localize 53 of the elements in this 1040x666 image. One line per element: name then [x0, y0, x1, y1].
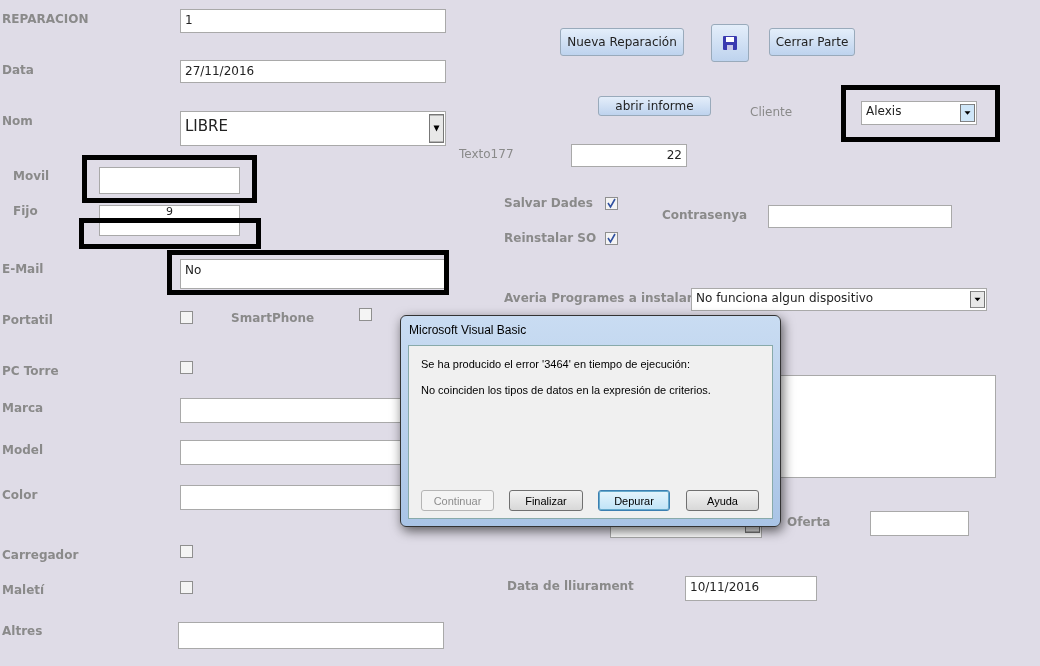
field-label: REPARACION: [2, 12, 89, 26]
dialog-title: Microsoft Visual Basic: [408, 322, 528, 338]
field-label: Data de lliurament: [507, 579, 634, 593]
field-label: Altres: [2, 624, 43, 638]
error-message: No coinciden los tipos de datos en la expresión de criterios.: [421, 384, 712, 396]
field-label: Cliente: [750, 105, 793, 119]
text-field[interactable]: 27/11/2016: [180, 60, 446, 83]
field-label: Reinstalar SO: [504, 231, 597, 245]
dialog-button[interactable]: Ayuda: [686, 490, 759, 511]
field-label: Fijo: [13, 204, 38, 218]
checkbox[interactable]: [359, 308, 372, 321]
field-label: Averia Programes a instalar: [504, 291, 693, 305]
text-field[interactable]: 22: [571, 144, 687, 167]
memo-field[interactable]: [780, 375, 996, 478]
text-field[interactable]: [768, 205, 952, 228]
form-button[interactable]: Nueva Reparación: [560, 28, 684, 56]
text-field[interactable]: 1: [180, 9, 446, 33]
combo-box[interactable]: Alexis: [861, 101, 977, 125]
text-field[interactable]: [178, 622, 444, 649]
save-button[interactable]: [711, 24, 749, 62]
text-field[interactable]: No: [180, 259, 446, 289]
text-field[interactable]: [99, 167, 240, 194]
dialog-button[interactable]: Finalizar: [509, 490, 583, 511]
checkbox[interactable]: [605, 197, 618, 210]
error-message: Se ha producido el error '3464' en tiempo de ejecución:: [421, 358, 691, 370]
field-label: Oferta: [787, 515, 831, 529]
dialog-button[interactable]: Depurar: [598, 490, 670, 511]
field-label: Contrasenya: [662, 208, 748, 222]
checkbox[interactable]: [605, 232, 618, 245]
text-field[interactable]: [870, 511, 969, 536]
checkbox[interactable]: [180, 545, 193, 558]
field-label: Model: [2, 443, 44, 457]
field-label: Carregador: [2, 548, 79, 562]
field-label: Maletí: [2, 583, 45, 597]
field-label: PC Torre: [2, 364, 59, 378]
field-label: E-Mail: [2, 262, 44, 276]
field-label: SmartPhone: [231, 311, 315, 325]
checkbox[interactable]: [180, 361, 193, 374]
field-label: Salvar Dades: [504, 196, 593, 210]
text-field[interactable]: 10/11/2016: [685, 576, 817, 601]
field-label: Movil: [13, 169, 50, 183]
field-label: Color: [2, 488, 38, 502]
field-label: Nom: [2, 114, 33, 128]
field-label: Portatil: [2, 313, 53, 327]
combo-box[interactable]: LIBRE: [180, 111, 446, 146]
field-label: Marca: [2, 401, 44, 415]
checkbox[interactable]: [180, 581, 193, 594]
field-label: Texto177: [459, 147, 514, 161]
form-button[interactable]: abrir informe: [598, 96, 711, 116]
checkbox[interactable]: [180, 311, 193, 324]
field-label: Data: [2, 63, 34, 77]
form-button[interactable]: Cerrar Parte: [769, 28, 855, 56]
combo-box[interactable]: No funciona algun dispositivo: [691, 288, 987, 311]
